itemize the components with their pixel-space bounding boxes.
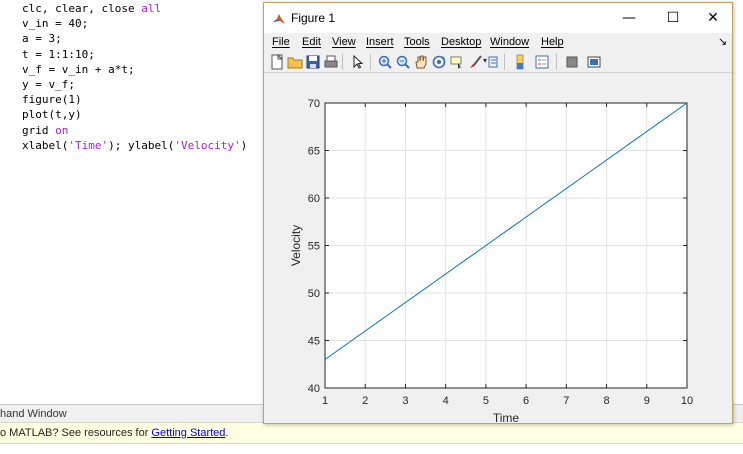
x-tick-label: 2 [362,395,368,407]
code-token: y = v_f; [22,78,75,91]
open-file-icon[interactable] [287,54,303,70]
figure-toolbar: ▾ [264,51,732,73]
menu-desktop[interactable]: Desktop [441,35,481,49]
legend-icon[interactable] [534,54,550,70]
x-tick-label: 6 [523,395,529,407]
y-tick-label: 55 [308,241,320,253]
code-token: v_in = 40; [22,17,89,31]
menu-file[interactable]: File [272,35,290,49]
banner-text: o MATLAB? See resources for [0,427,152,439]
y-tick-label: 45 [308,336,320,348]
code-line[interactable]: plot(t,y) [22,107,82,122]
x-tick-label: 8 [603,395,609,407]
figure-title: Figure 1 [291,11,336,25]
code-line[interactable]: a = 3; [22,31,62,46]
plot-area[interactable]: 1 2 3 4 5 6 7 8 9 1040455055606570TimeVelocity [264,73,732,423]
rotate-3d-icon[interactable] [431,54,447,70]
menu-window[interactable]: Window [490,35,529,49]
code-token: ); ylabel( [108,138,175,152]
code-string: 'Time' [68,138,109,152]
menu-edit[interactable]: Edit [302,35,321,49]
toolbar-separator [370,54,371,70]
x-tick-label: 10 [681,395,693,407]
y-tick-label: 40 [308,383,320,395]
x-tick-label: 5 [483,395,489,407]
x-tick-label: 9 [644,395,650,407]
menu-view[interactable]: View [332,35,356,49]
y-tick-label: 65 [308,146,320,158]
colorbar-icon[interactable] [512,54,528,70]
code-token: grid [22,123,56,137]
code-token: t = 1:1:10; [22,47,95,61]
close-button[interactable]: ✕ [694,3,732,33]
code-token: a = 3; [22,32,62,46]
figure-title-bar[interactable]: Figure 1 — ☐ ✕ [264,3,732,33]
toolbar-separator [556,54,557,70]
x-tick-label: 1 [322,395,328,407]
code-line[interactable]: figure(1) [22,92,82,107]
pointer-icon[interactable] [349,54,365,70]
dock-figure-icon[interactable]: ↘ [718,35,727,49]
brush-dropdown-icon[interactable]: ▾ [483,56,487,65]
new-figure-icon[interactable] [269,54,285,70]
toolbar-separator [342,54,343,70]
zoom-out-icon[interactable] [395,54,411,70]
code-token: ) [240,138,248,152]
code-token: xlabel( [22,138,69,152]
code-token: plot(t,y) [22,108,82,122]
menu-insert[interactable]: Insert [366,35,394,49]
maximize-button[interactable]: ☐ [654,3,692,33]
menu-tools[interactable]: Tools [404,35,430,49]
code-keyword: all [141,2,162,15]
code-line[interactable]: grid on [22,123,68,138]
code-line[interactable]: v_in = 40; [22,16,88,31]
x-axis-label: Time [493,411,520,423]
figure-menu-bar: File Edit View Insert Tools Desktop Window Help… [264,33,732,51]
figure-window: Figure 1 — ☐ ✕ File Edit View Insert Tools De… [263,2,733,424]
x-tick-label: 7 [563,395,569,407]
code-line[interactable]: v_f = v_in + a*t; [22,62,135,77]
y-tick-label: 70 [308,98,320,110]
code-line[interactable]: t = 1:1:10; [22,47,95,62]
code-keyword: on [55,123,69,137]
matlab-logo-icon [272,12,286,26]
pan-icon[interactable] [413,54,429,70]
menu-help[interactable]: Help [541,35,564,49]
y-axis-label: Velocity [289,225,303,266]
banner-suffix: . [225,427,229,439]
data-cursor-icon[interactable] [449,54,465,70]
code-token: v_f = v_in + a*t; [22,62,135,76]
y-tick-label: 50 [308,288,320,300]
command-window-body[interactable] [0,444,743,454]
minimize-button[interactable]: — [610,3,648,33]
show-plot-tools-icon[interactable] [586,54,602,70]
code-token: figure(1) [22,93,82,107]
code-string: 'Velocity' [174,138,241,152]
hide-plot-tools-icon[interactable] [564,54,580,70]
getting-started-banner: o MATLAB? See resources for Getting Star… [0,422,743,444]
brush-icon[interactable] [467,54,483,70]
x-tick-label: 3 [402,395,408,407]
code-line[interactable]: y = v_f; [22,77,75,92]
getting-started-link[interactable]: Getting Started [151,427,225,439]
print-icon[interactable] [323,54,339,70]
link-plot-icon[interactable] [486,54,502,70]
code-line[interactable]: xlabel('Time'); ylabel('Velocity') [22,138,247,153]
x-tick-label: 4 [443,395,449,407]
toolbar-separator [504,54,505,70]
save-icon[interactable] [305,54,321,70]
code-line[interactable]: clc, clear, close all [22,1,161,16]
command-window-title-text: hand Window [0,408,67,420]
zoom-in-icon[interactable] [377,54,393,70]
y-tick-label: 60 [308,193,320,205]
code-token: clc, clear, close [22,2,142,15]
